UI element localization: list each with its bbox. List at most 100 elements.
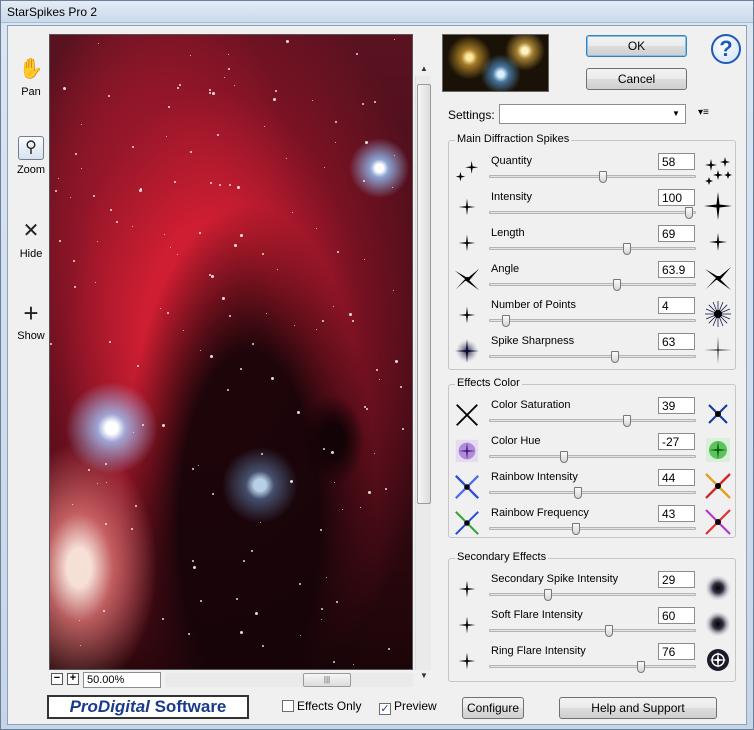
spike-sharpness-value-input[interactable]: 63 bbox=[658, 333, 695, 350]
color-saturation-label: Color Saturation bbox=[491, 399, 571, 411]
image-vertical-scrollbar[interactable]: ▲ ▼ bbox=[415, 64, 431, 680]
preview-checkbox[interactable]: ✓ Preview bbox=[379, 699, 437, 715]
checkbox-box[interactable] bbox=[282, 700, 294, 712]
cancel-button[interactable]: Cancel bbox=[586, 68, 687, 90]
star-point bbox=[216, 133, 219, 136]
title-bar[interactable]: StarSpikes Pro 2 bbox=[1, 1, 753, 23]
color-saturation-slider-thumb[interactable] bbox=[623, 415, 632, 427]
settings-combo[interactable]: ▼ bbox=[499, 104, 686, 124]
spike-sharpness-slider[interactable] bbox=[489, 351, 696, 363]
color-hue-value-input[interactable]: -27 bbox=[658, 433, 695, 450]
rainbow-frequency-slider-thumb[interactable] bbox=[571, 523, 580, 535]
scroll-up-arrow-icon[interactable]: ▲ bbox=[420, 64, 428, 73]
rainbow-intensity-value-input[interactable]: 44 bbox=[658, 469, 695, 486]
pan-tool[interactable]: ✋ Pan bbox=[12, 56, 50, 98]
star-point bbox=[227, 67, 230, 70]
horizontal-scroll-thumb[interactable]: ||| bbox=[303, 673, 351, 687]
scroll-down-arrow-icon[interactable]: ▼ bbox=[420, 671, 428, 680]
rainbow-frequency-label: Rainbow Frequency bbox=[491, 507, 589, 519]
ring-flare-intensity-slider-thumb[interactable] bbox=[637, 661, 646, 673]
secondary-spike-intensity-slider-thumb[interactable] bbox=[543, 589, 552, 601]
star-point bbox=[233, 84, 235, 86]
intensity-label: Intensity bbox=[491, 191, 532, 203]
star-point bbox=[191, 468, 194, 471]
image-horizontal-scrollbar[interactable]: ||| bbox=[165, 673, 413, 687]
zoom-out-icon[interactable]: − bbox=[51, 673, 63, 685]
vertical-scroll-thumb[interactable] bbox=[417, 84, 431, 504]
nebula-image-canvas[interactable] bbox=[49, 34, 413, 670]
star-point bbox=[105, 481, 107, 483]
star-point bbox=[335, 601, 338, 604]
length-row: Length 69 bbox=[449, 225, 737, 261]
ring-flare-intensity-value-input[interactable]: 76 bbox=[658, 643, 695, 660]
effects-only-checkbox[interactable]: Effects Only bbox=[282, 699, 361, 713]
star-point bbox=[262, 253, 265, 256]
angle-value-input[interactable]: 63.9 bbox=[658, 261, 695, 278]
star-point bbox=[170, 247, 172, 249]
color-saturation-row: Color Saturation 39 bbox=[449, 397, 737, 433]
star-point bbox=[108, 94, 111, 97]
soft-flare-intensity-slider-thumb[interactable] bbox=[605, 625, 614, 637]
settings-menu-icon[interactable]: ▾≡ bbox=[698, 107, 709, 118]
star-point bbox=[239, 234, 243, 237]
star-point bbox=[359, 507, 361, 509]
rainbow-frequency-slider[interactable] bbox=[489, 523, 696, 535]
quantity-slider[interactable] bbox=[489, 171, 696, 183]
star-point bbox=[174, 181, 177, 184]
color-hue-slider[interactable] bbox=[489, 451, 696, 463]
star-point bbox=[395, 360, 399, 364]
hide-label: Hide bbox=[19, 248, 43, 260]
star-point bbox=[132, 145, 135, 148]
ring-flare-intensity-slider[interactable] bbox=[489, 661, 696, 673]
length-slider[interactable] bbox=[489, 243, 696, 255]
zoom-combo[interactable]: 50.00% ▼ bbox=[83, 672, 194, 688]
rainbow-intensity-slider[interactable] bbox=[489, 487, 696, 499]
help-and-support-button[interactable]: Help and Support bbox=[559, 697, 717, 719]
angle-max-preview-icon bbox=[703, 263, 733, 293]
number-of-points-slider-thumb[interactable] bbox=[501, 315, 510, 327]
intensity-slider[interactable] bbox=[489, 207, 696, 219]
zoom-in-icon[interactable]: + bbox=[67, 673, 79, 685]
soft-flare-intensity-slider[interactable] bbox=[489, 625, 696, 637]
hide-tool[interactable]: ✕ Hide bbox=[12, 218, 50, 260]
window-title: StarSpikes Pro 2 bbox=[7, 5, 98, 19]
star-point bbox=[363, 180, 366, 183]
secondary-spike-intensity-max-preview-icon bbox=[703, 573, 733, 603]
group-title: Secondary Effects bbox=[455, 551, 549, 563]
star-point bbox=[243, 560, 246, 563]
rainbow-intensity-slider-thumb[interactable] bbox=[573, 487, 582, 499]
chevron-down-icon[interactable]: ▼ bbox=[669, 107, 683, 121]
secondary-spike-intensity-slider[interactable] bbox=[489, 589, 696, 601]
quantity-value-input[interactable]: 58 bbox=[658, 153, 695, 170]
logo-text-pro: Pro bbox=[69, 697, 98, 716]
intensity-slider-thumb[interactable] bbox=[685, 207, 693, 219]
spike-sharpness-max-preview-icon bbox=[703, 335, 733, 365]
angle-slider[interactable] bbox=[489, 279, 696, 291]
soft-flare-intensity-value-input[interactable]: 60 bbox=[658, 607, 695, 624]
length-value-input[interactable]: 69 bbox=[658, 225, 695, 242]
color-hue-slider-thumb[interactable] bbox=[559, 451, 568, 463]
star-point bbox=[58, 178, 60, 180]
color-saturation-slider[interactable] bbox=[489, 415, 696, 427]
rainbow-frequency-value-input[interactable]: 43 bbox=[658, 505, 695, 522]
star-point bbox=[208, 91, 211, 94]
star-point bbox=[102, 610, 105, 613]
length-slider-thumb[interactable] bbox=[623, 243, 632, 255]
color-saturation-value-input[interactable]: 39 bbox=[658, 397, 695, 414]
star-point bbox=[179, 83, 182, 86]
angle-slider-thumb[interactable] bbox=[613, 279, 622, 291]
length-min-preview-icon bbox=[453, 229, 481, 257]
show-tool[interactable]: + Show bbox=[12, 300, 50, 342]
group-title: Main Diffraction Spikes bbox=[455, 133, 572, 145]
configure-button[interactable]: Configure bbox=[462, 697, 524, 719]
number-of-points-slider[interactable] bbox=[489, 315, 696, 327]
number-of-points-value-input[interactable]: 4 bbox=[658, 297, 695, 314]
secondary-spike-intensity-value-input[interactable]: 29 bbox=[658, 571, 695, 588]
intensity-value-input[interactable]: 100 bbox=[658, 189, 695, 206]
ok-button[interactable]: OK bbox=[586, 35, 687, 57]
checkmark-icon[interactable]: ✓ bbox=[379, 703, 391, 715]
quantity-slider-thumb[interactable] bbox=[599, 171, 608, 183]
help-icon[interactable]: ? bbox=[711, 34, 741, 64]
zoom-tool[interactable]: ⚲ Zoom bbox=[12, 136, 50, 176]
spike-sharpness-slider-thumb[interactable] bbox=[611, 351, 620, 363]
